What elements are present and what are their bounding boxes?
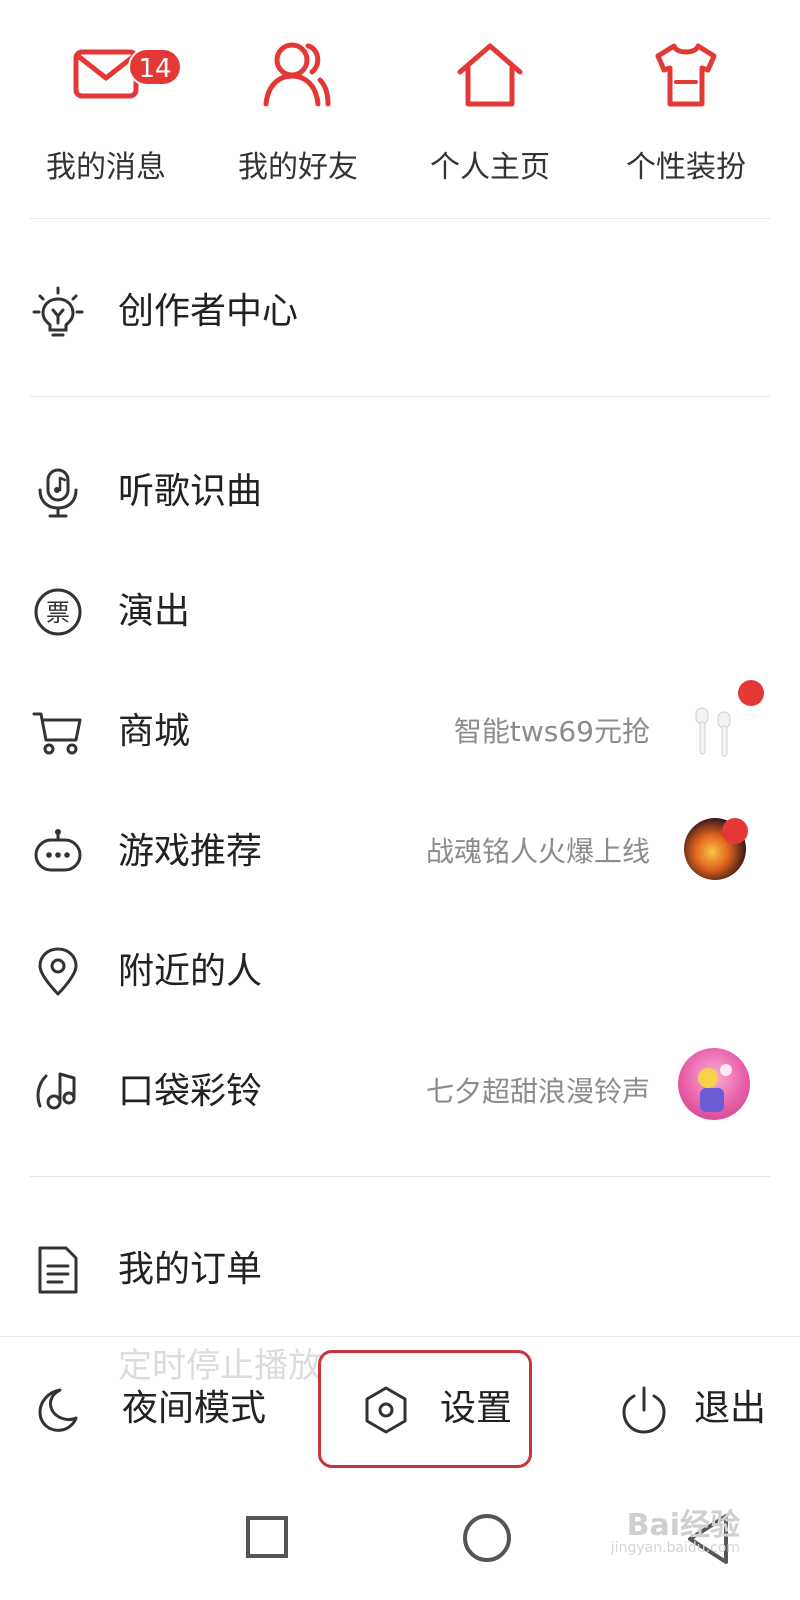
quick-action-label: 我的消息 bbox=[46, 150, 166, 185]
quick-action-label: 我的好友 bbox=[238, 150, 358, 185]
divider bbox=[30, 396, 770, 397]
new-indicator-dot bbox=[738, 680, 764, 706]
new-indicator-dot bbox=[722, 818, 748, 844]
ringtone-promo-text: 七夕超甜浪漫铃声 bbox=[425, 1075, 650, 1108]
quick-action-label: 个性装扮 bbox=[626, 150, 746, 185]
gamepad-icon bbox=[34, 829, 82, 872]
menu-item-pocket-ringtone[interactable]: 口袋彩铃 七夕超甜浪漫铃声 bbox=[0, 1036, 800, 1146]
menu-item-label: 口袋彩铃 bbox=[118, 1071, 263, 1112]
svg-text:票: 票 bbox=[46, 599, 70, 627]
location-pin-icon bbox=[38, 947, 78, 996]
menu-item-label: 演出 bbox=[118, 591, 191, 632]
quick-action-dressup[interactable]: 个性装扮 bbox=[586, 30, 786, 185]
menu-item-shows[interactable]: 票 演出 bbox=[0, 556, 800, 666]
home-icon bbox=[457, 43, 523, 107]
settings-button[interactable]: 设置 bbox=[360, 1380, 530, 1440]
home-nav-icon[interactable] bbox=[463, 1514, 511, 1562]
settings-label: 设置 bbox=[440, 1388, 513, 1429]
divider bbox=[30, 218, 770, 219]
recent-apps-icon[interactable] bbox=[246, 1516, 288, 1558]
menu-item-label: 附近的人 bbox=[118, 951, 263, 992]
menu-item-creator-center[interactable]: 创作者中心 bbox=[0, 256, 800, 366]
night-mode-button[interactable]: 夜间模式 bbox=[30, 1380, 290, 1440]
cart-icon bbox=[32, 712, 82, 755]
divider bbox=[30, 1176, 770, 1177]
night-mode-label: 夜间模式 bbox=[122, 1388, 267, 1429]
logout-button[interactable]: 退出 bbox=[618, 1380, 788, 1440]
menu-item-label: 创作者中心 bbox=[118, 291, 299, 332]
menu-item-game-recommend[interactable]: 游戏推荐 战魂铭人火爆上线 bbox=[0, 796, 800, 906]
friends-icon bbox=[263, 42, 331, 107]
menu-item-nearby-people[interactable]: 附近的人 bbox=[0, 916, 800, 1026]
message-count-badge: 14 bbox=[128, 48, 182, 86]
earbuds-thumbnail bbox=[684, 698, 746, 760]
watermark-url: jingyan.baidu.com bbox=[610, 1540, 740, 1556]
menu-item-label: 听歌识曲 bbox=[118, 471, 263, 512]
menu-item-song-recognition[interactable]: 听歌识曲 bbox=[0, 436, 800, 546]
quick-action-label: 个人主页 bbox=[430, 150, 550, 185]
menu-item-label: 游戏推荐 bbox=[118, 831, 263, 872]
quick-action-messages[interactable]: 14 我的消息 bbox=[6, 30, 206, 185]
settings-icon bbox=[365, 1386, 407, 1434]
ringtone-thumbnail bbox=[678, 1048, 750, 1120]
quick-action-friends[interactable]: 我的好友 bbox=[198, 30, 398, 185]
quick-action-homepage[interactable]: 个人主页 bbox=[390, 30, 590, 185]
menu-item-label: 我的订单 bbox=[118, 1249, 263, 1290]
lightbulb-icon bbox=[32, 286, 84, 337]
moon-icon bbox=[38, 1388, 78, 1432]
document-icon bbox=[38, 1246, 78, 1294]
logout-label: 退出 bbox=[694, 1388, 767, 1429]
menu-item-my-orders[interactable]: 我的订单 bbox=[0, 1214, 800, 1324]
menu-item-label: 商城 bbox=[118, 711, 191, 752]
microphone-music-icon bbox=[38, 468, 78, 518]
menu-item-mall[interactable]: 商城 智能tws69元抢 bbox=[0, 676, 800, 786]
mall-promo-text: 智能tws69元抢 bbox=[453, 715, 650, 748]
watermark-logo: Bai经验 bbox=[626, 1508, 740, 1543]
ticket-icon: 票 bbox=[34, 588, 82, 636]
power-icon bbox=[622, 1386, 666, 1434]
shirt-icon bbox=[655, 43, 717, 107]
ringtone-icon bbox=[36, 1072, 76, 1110]
game-promo-text: 战魂铭人火爆上线 bbox=[425, 835, 650, 868]
